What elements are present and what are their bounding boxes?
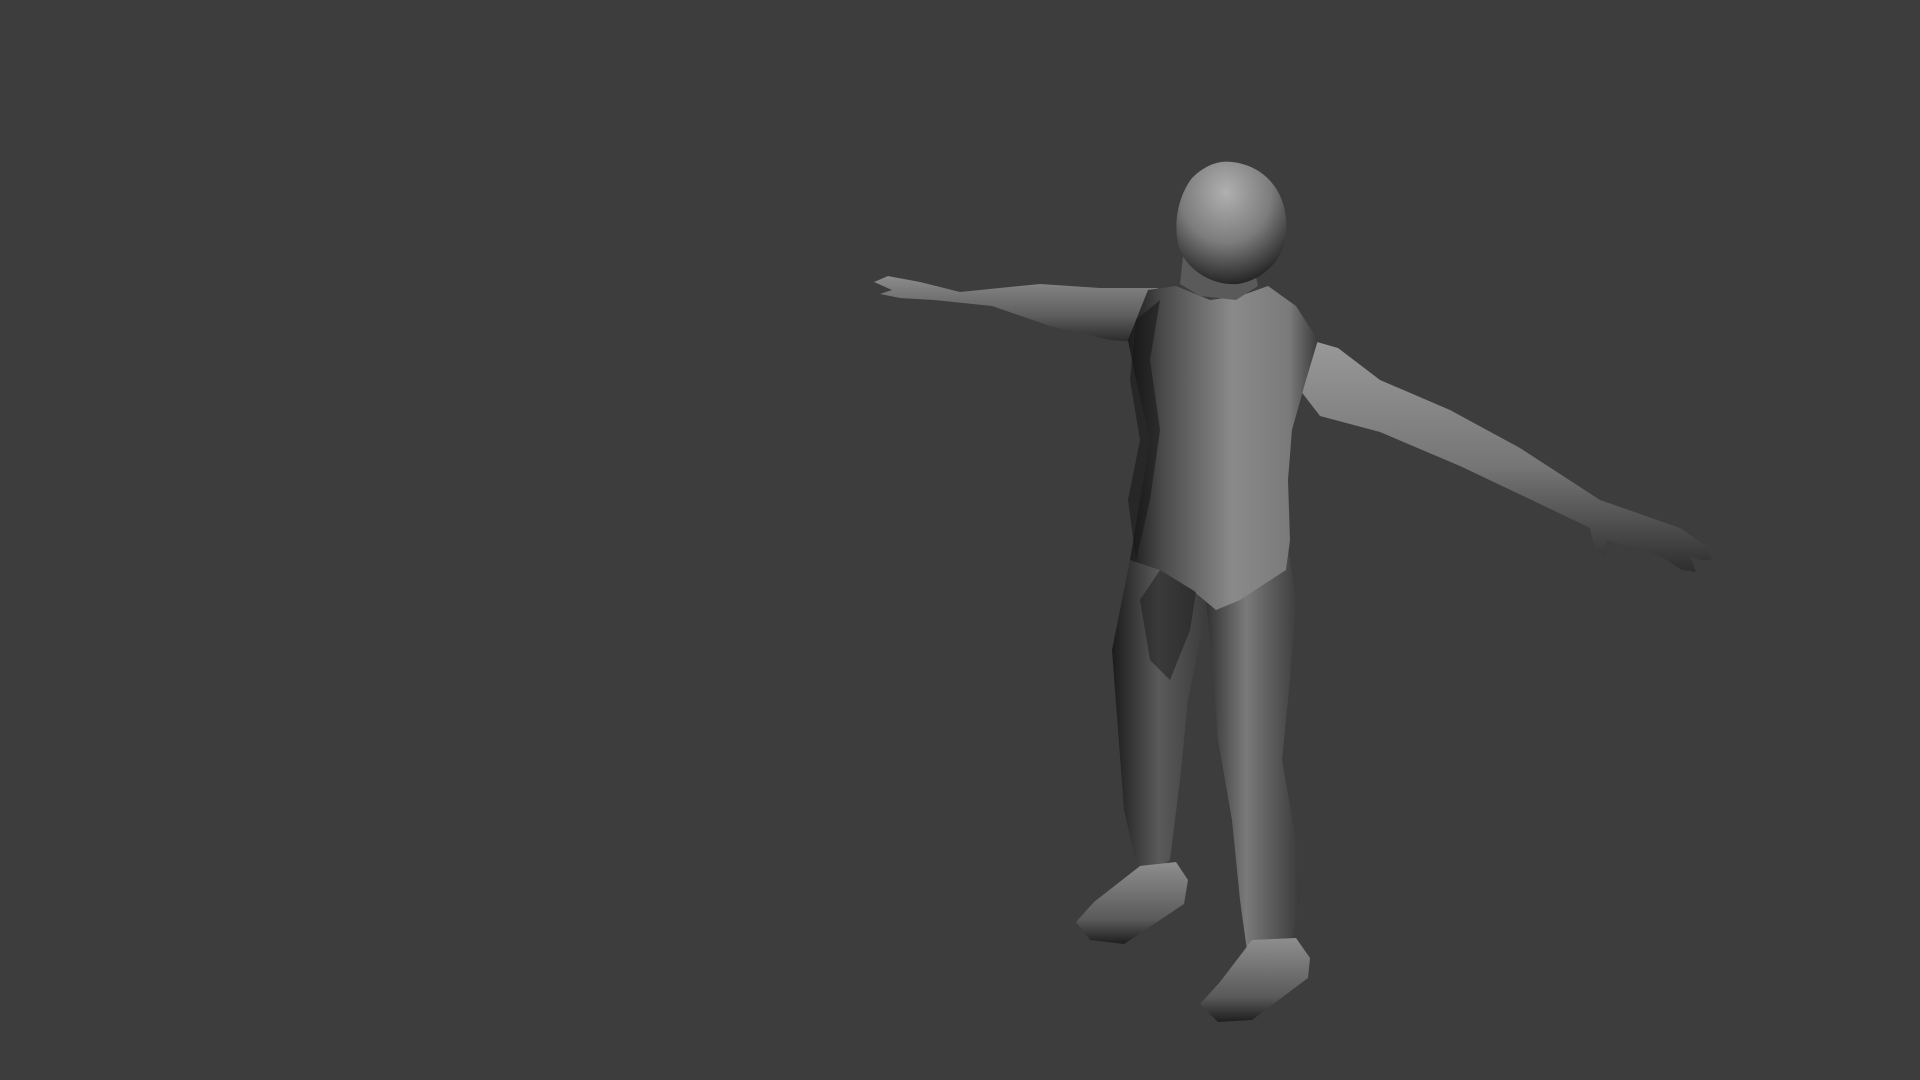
viewport-canvas[interactable]: [0, 0, 1920, 1080]
3d-viewport[interactable]: [0, 0, 1920, 1080]
mannequin-left-arm[interactable]: [874, 276, 1158, 342]
mannequin-head[interactable]: [1176, 161, 1287, 285]
mannequin-right-foot[interactable]: [1200, 938, 1310, 1022]
mannequin-right-arm[interactable]: [1296, 336, 1712, 572]
mannequin-model[interactable]: [874, 161, 1712, 1022]
mannequin-left-foot[interactable]: [1076, 862, 1188, 944]
